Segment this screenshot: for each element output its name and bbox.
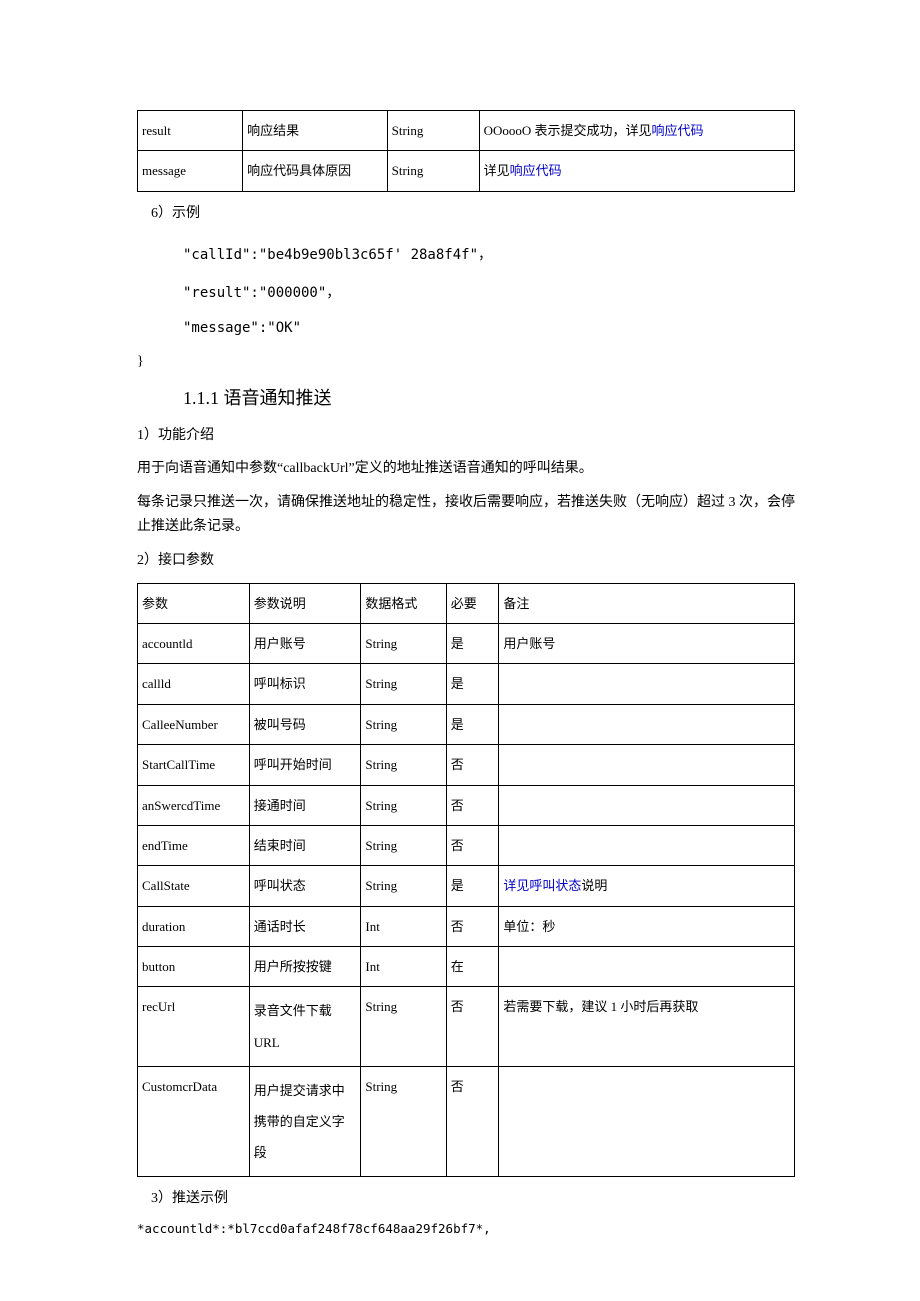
col-fmt: 数据格式 (361, 583, 446, 623)
code-line: "callId":"be4b9e90bl3c65f' 28a8f4f"， (183, 244, 795, 264)
table-header-row: 参数 参数说明 数据格式 必要 备注 (138, 583, 795, 623)
table-row: recUrl录音文件下载 URLString否若需要下载，建议 1 小时后再获取 (138, 987, 795, 1066)
table-row: callld呼叫标识String是 (138, 664, 795, 704)
cell-desc: 响应代码具体原因 (243, 151, 388, 191)
col-req: 必要 (446, 583, 499, 623)
table-row: StartCallTime呼叫开始时间String否 (138, 745, 795, 785)
cell-desc: 响应结果 (243, 111, 388, 151)
response-table: result 响应结果 String OOoooO 表示提交成功，详见响应代码 … (137, 110, 795, 192)
code-line: "result":"000000"， (183, 282, 795, 302)
paragraph: 用于向语音通知中参数“callbackUrl”定义的地址推送语音通知的呼叫结果。 (137, 457, 795, 481)
col-desc: 参数说明 (249, 583, 361, 623)
table-row: result 响应结果 String OOoooO 表示提交成功，详见响应代码 (138, 111, 795, 151)
call-state-link[interactable]: 详见呼叫状态 (503, 878, 581, 893)
section-heading: 1.1.1 语音通知推送 (183, 384, 795, 410)
table-row: message 响应代码具体原因 String 详见响应代码 (138, 151, 795, 191)
table-row: CustomcrData用户提交请求中携带的自定义字段String否 (138, 1066, 795, 1177)
col-param: 参数 (138, 583, 250, 623)
table-row: anSwercdTime接通时间String否 (138, 785, 795, 825)
table-row: duration通话时长Int否单位：秒 (138, 906, 795, 946)
table-row: button用户所按按键Int在 (138, 947, 795, 987)
cell-note: 详见响应代码 (479, 151, 794, 191)
code-line: "message":"OK" (183, 320, 795, 336)
cell-fmt: String (387, 151, 479, 191)
table-row: CalleeNumber被叫号码String是 (138, 704, 795, 744)
table-row: accountld用户账号String是用户账号 (138, 623, 795, 663)
subheading: 2）接口参数 (137, 549, 795, 573)
response-code-link[interactable]: 响应代码 (510, 163, 562, 178)
code-close: } (137, 354, 795, 370)
col-note: 备注 (499, 583, 795, 623)
push-example-label: 3）推送示例 (151, 1187, 795, 1211)
push-example: *accountld*:*bl7ccd0afaf248f78cf648aa29f… (137, 1221, 795, 1236)
paragraph: 每条记录只推送一次，请确保推送地址的稳定性，接收后需要响应，若推送失败（无响应）… (137, 491, 795, 539)
response-code-link[interactable]: 响应代码 (652, 123, 704, 138)
subheading: 1）功能介绍 (137, 424, 795, 448)
table-row: endTime结束时间String否 (138, 825, 795, 865)
example-label: 6）示例 (151, 202, 795, 226)
cell-note: OOoooO 表示提交成功，详见响应代码 (479, 111, 794, 151)
cell-param: result (138, 111, 243, 151)
cell-fmt: String (387, 111, 479, 151)
document-page: result 响应结果 String OOoooO 表示提交成功，详见响应代码 … (0, 0, 920, 1296)
table-row: CallState呼叫状态String是详见呼叫状态说明 (138, 866, 795, 906)
cell-param: message (138, 151, 243, 191)
params-table: 参数 参数说明 数据格式 必要 备注 accountld用户账号String是用… (137, 583, 795, 1178)
